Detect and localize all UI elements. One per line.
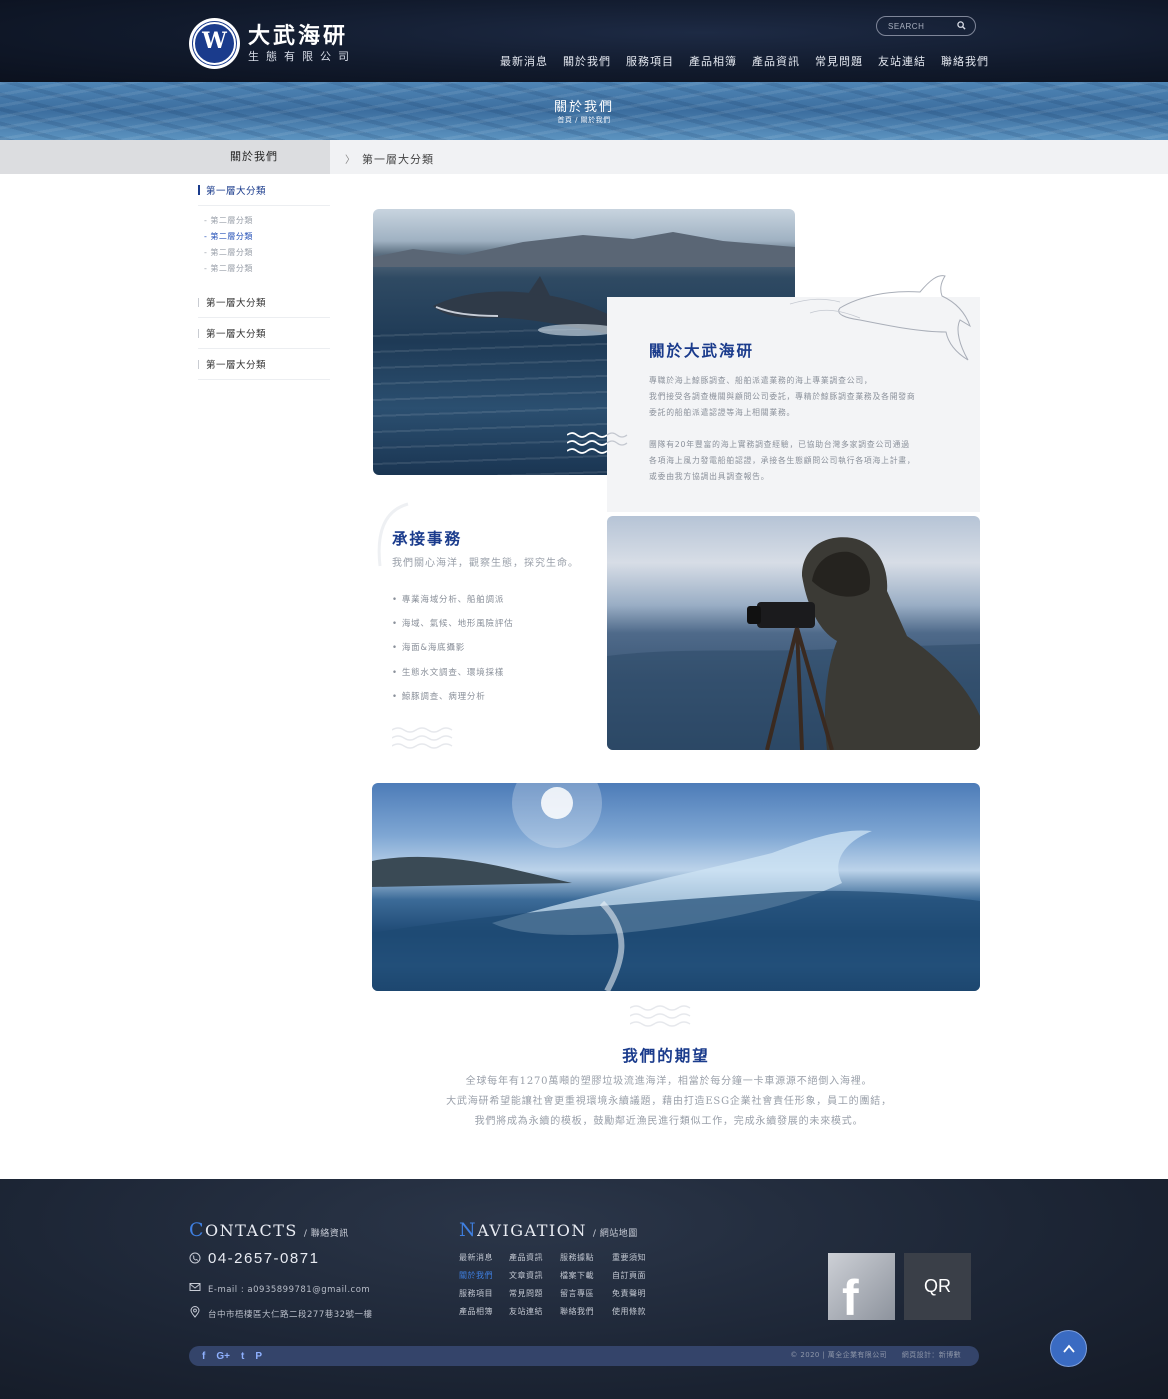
about-title: 關於大武海研 (649, 341, 755, 360)
sidebar-item[interactable]: 第一層大分類 (198, 321, 330, 349)
footer-link[interactable]: 留言專區 (560, 1288, 594, 1299)
footer-link[interactable]: 服務項目 (459, 1288, 493, 1299)
service-item: 生態水文調查、環境採樣 (392, 666, 504, 678)
search-icon[interactable] (957, 21, 966, 30)
services-title: 承接事務 (392, 529, 463, 548)
facebook-icon: f (842, 1270, 859, 1326)
footer-link[interactable]: 產品資訊 (509, 1252, 543, 1263)
nav-item-faq[interactable]: 常見問題 (815, 53, 863, 69)
nav-item-news[interactable]: 最新消息 (500, 53, 548, 69)
about-text: 或委由我方協調出具調查報告。 (649, 472, 770, 481)
photographer-photo (607, 516, 980, 750)
sidebar-subitem-active[interactable]: - 第二層分類 (204, 231, 253, 242)
footer-link[interactable]: 最新消息 (459, 1252, 493, 1263)
dolphin-sketch-icon (789, 275, 971, 361)
footer-link[interactable]: 免責聲明 (612, 1288, 646, 1299)
site-logo[interactable]: W 大武海研 生態有限公司 (189, 18, 356, 69)
footer-link[interactable]: 使用條款 (612, 1306, 646, 1317)
expectation-text: 我們將成為永續的模板，鼓勵鄰近漁民進行類似工作，完成永續發展的未來模式。 (474, 1116, 864, 1127)
about-text: 團隊有20年豐富的海上實務調查經驗，已協助台灣多家調查公司通過 (649, 440, 910, 449)
about-text: 我們接受各調查機關與顧問公司委託，專精於鯨豚調查業務及各開發商 (649, 392, 916, 401)
copyright-text: © 2020 | 萬全企業有限公司 網頁設計：新博數 (790, 1351, 961, 1359)
expectation-title: 我們的期望 (622, 1046, 710, 1065)
footer-link[interactable]: 自訂頁面 (612, 1270, 646, 1281)
footer-link[interactable]: 聯絡我們 (560, 1306, 594, 1317)
footer-bottom-bar: f G+ t P © 2020 | 萬全企業有限公司 網頁設計：新博數 (189, 1346, 979, 1366)
nav-item-about[interactable]: 關於我們 (563, 53, 611, 69)
footer-link[interactable]: 服務據點 (560, 1252, 594, 1263)
nav-item-album[interactable]: 產品相簿 (689, 53, 737, 69)
sidebar-item-active[interactable]: 第一層大分類 (198, 183, 266, 197)
about-text: 專職於海上鯨豚調查、船舶派遣業務的海上專業調查公司， (649, 376, 873, 385)
logo-mark: W (202, 28, 227, 54)
brand-subname: 生態有限公司 (248, 49, 356, 63)
footer-email[interactable]: E-mail : a0935899781@gmail.com (189, 1281, 370, 1295)
service-item: 鯨豚調查、病理分析 (392, 690, 486, 702)
sidebar-heading: 關於我們 (0, 140, 330, 174)
brand-name: 大武海研 (248, 22, 349, 49)
about-text: 委託的船舶派遣認證等海上相關業務。 (649, 408, 796, 417)
search-box (876, 16, 976, 36)
nav-item-products[interactable]: 產品資訊 (752, 53, 800, 69)
chevron-up-icon (1063, 1344, 1075, 1353)
back-to-top-button[interactable] (1050, 1330, 1087, 1367)
contacts-heading: CONTACTS / 聯絡資訊 (189, 1219, 349, 1241)
footer-link[interactable]: 檔案下載 (560, 1270, 594, 1281)
footer-address: 台中市梧棲區大仁路二段277巷32號一樓 (189, 1306, 373, 1320)
footer-phone[interactable]: 04-2657-0871 (189, 1250, 319, 1267)
google-plus-icon[interactable]: G+ (216, 1351, 230, 1362)
expectation-text: 大武海研希望能讓社會更重視環境永續議題，藉由打造ESG企業社會責任形象，員工的團… (446, 1096, 892, 1107)
mail-icon (189, 1283, 201, 1291)
footer-link[interactable]: 友站連結 (509, 1306, 543, 1317)
footer-link[interactable]: 文章資訊 (509, 1270, 543, 1281)
sidebar-item[interactable]: 第一層大分類 (198, 352, 330, 380)
divider (198, 205, 330, 206)
page-title: 關於我們 (553, 100, 614, 115)
qr-code-button[interactable]: QR (904, 1253, 971, 1320)
wave-icon (567, 432, 628, 454)
nav-item-links[interactable]: 友站連結 (878, 53, 926, 69)
nav-item-contact[interactable]: 聯絡我們 (941, 53, 989, 69)
current-category: 第一層大分類 (362, 153, 434, 166)
service-item: 海面&海底攝影 (392, 641, 465, 653)
ocean-wave-photo (372, 783, 980, 991)
site-header: W 大武海研 生態有限公司 最新消息 關於我們 服務項目 產品相簿 產品資訊 常… (0, 0, 1168, 82)
wave-icon (392, 727, 453, 749)
service-item: 海域、氣候、地形風險評估 (392, 617, 513, 629)
chevron-right-icon: 〉 (345, 155, 355, 166)
sidebar-subitem[interactable]: - 第二層分類 (204, 263, 253, 274)
phone-icon (189, 1252, 201, 1264)
expectation-text: 全球每年有1270萬噸的塑膠垃圾流進海洋，相當於每分鐘一卡車源源不絕倒入海裡。 (465, 1076, 873, 1087)
service-item: 專業海域分析、船舶調派 (392, 593, 504, 605)
sidebar-item[interactable]: 第一層大分類 (198, 290, 330, 318)
facebook-icon[interactable]: f (202, 1351, 205, 1362)
main-nav: 最新消息 關於我們 服務項目 產品相簿 產品資訊 常見問題 友站連結 聯絡我們 (500, 53, 1004, 69)
about-text: 各項海上風力發電船舶認證，承接各生態顧問公司執行各項海上計畫， (649, 456, 916, 465)
sidebar-subitem[interactable]: - 第二層分類 (204, 215, 253, 226)
wave-icon (630, 1005, 691, 1027)
footer-link[interactable]: 產品相簿 (459, 1306, 493, 1317)
breadcrumb[interactable]: 首頁 / 關於我們 (0, 115, 1168, 125)
services-subtitle: 我們關心海洋，觀察生態，探究生命。 (392, 558, 579, 569)
footer-link[interactable]: 重要須知 (612, 1252, 646, 1263)
pinterest-icon[interactable]: P (255, 1351, 262, 1362)
location-pin-icon (190, 1306, 200, 1318)
navigation-heading: NAVIGATION / 網站地圖 (459, 1219, 638, 1241)
search-input[interactable] (888, 21, 956, 31)
logo-badge: W (189, 18, 240, 69)
sidebar-subitem[interactable]: - 第二層分類 (204, 247, 253, 258)
footer-link-active[interactable]: 關於我們 (459, 1270, 493, 1281)
nav-item-services[interactable]: 服務項目 (626, 53, 674, 69)
footer-link[interactable]: 常見問題 (509, 1288, 543, 1299)
facebook-button[interactable]: f (828, 1253, 895, 1326)
twitter-icon[interactable]: t (241, 1351, 244, 1362)
